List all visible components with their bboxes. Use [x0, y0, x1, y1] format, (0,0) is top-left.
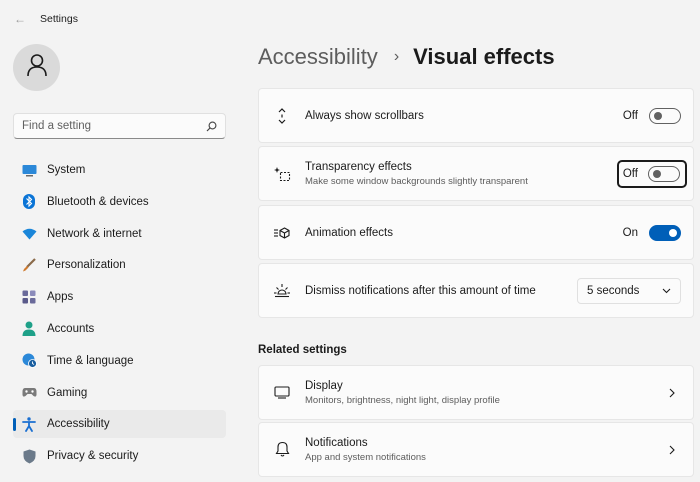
app-title: Settings	[40, 13, 78, 25]
person-icon	[21, 321, 37, 337]
sidebar-item-bluetooth[interactable]: Bluetooth & devices	[13, 188, 226, 216]
toggle-state-label: Off	[622, 109, 638, 122]
title-bar: ← Settings	[0, 0, 700, 38]
sidebar-item-label: Accounts	[47, 322, 95, 335]
transparency-toggle-focus-ring: Off	[616, 159, 687, 188]
sidebar-item-accessibility[interactable]: Accessibility	[13, 410, 226, 439]
breadcrumb-separator: ›	[393, 48, 400, 65]
sidebar-item-system[interactable]: System	[13, 156, 226, 184]
dropdown-value: 5 seconds	[587, 284, 640, 297]
related-item-description: App and system notifications	[305, 451, 426, 463]
animation-toggle[interactable]	[649, 224, 681, 241]
bluetooth-icon	[21, 194, 37, 210]
gamepad-icon	[21, 385, 37, 401]
shield-icon	[21, 448, 37, 464]
sidebar-item-label: Apps	[47, 291, 74, 304]
search-icon[interactable]	[205, 120, 217, 132]
sidebar-item-gaming[interactable]: Gaming	[13, 379, 226, 407]
scrollbars-toggle[interactable]	[649, 107, 681, 124]
setting-card-notification-timeout: Dismiss notifications after this amount …	[258, 263, 694, 318]
search-box	[13, 113, 226, 139]
globe-clock-icon	[21, 353, 37, 369]
wifi-icon	[21, 226, 37, 242]
monitor-icon	[21, 162, 37, 178]
setting-title: Transparency effects	[305, 160, 412, 173]
brush-icon	[21, 257, 37, 273]
sidebar-item-apps[interactable]: Apps	[13, 283, 226, 311]
section-heading-related: Related settings	[258, 344, 347, 356]
sidebar-item-label: Bluetooth & devices	[47, 195, 149, 208]
sidebar-item-accounts[interactable]: Accounts	[13, 315, 226, 343]
related-item-title: Display	[305, 379, 343, 392]
setting-title: Animation effects	[305, 226, 394, 239]
display-icon	[273, 384, 291, 402]
sidebar-nav: System Bluetooth & devices Network & int…	[13, 156, 226, 474]
toggle-knob	[669, 228, 677, 237]
sidebar-item-label: System	[47, 164, 86, 176]
transparency-icon	[273, 165, 291, 183]
toggle-knob	[653, 169, 661, 178]
notification-timeout-dropdown[interactable]: 5 seconds	[577, 277, 681, 304]
sidebar-item-label: Privacy & security	[47, 450, 139, 463]
sidebar-item-label: Network & internet	[47, 227, 142, 240]
accessibility-icon	[21, 416, 37, 432]
setting-card-transparency: Transparency effects Make some window ba…	[258, 146, 694, 201]
setting-title: Always show scrollbars	[305, 109, 424, 122]
breadcrumb: Accessibility › Visual effects	[258, 44, 555, 70]
sidebar-item-network[interactable]: Network & internet	[13, 220, 226, 248]
chevron-right-icon	[667, 387, 677, 399]
sun-icon	[273, 282, 291, 300]
breadcrumb-parent[interactable]: Accessibility	[258, 44, 378, 70]
sidebar-item-label: Time & language	[47, 354, 134, 367]
page-title: Visual effects	[413, 44, 555, 69]
avatar[interactable]	[13, 44, 60, 91]
sidebar-item-time-language[interactable]: Time & language	[13, 347, 226, 375]
animation-icon	[273, 224, 291, 242]
search-input[interactable]	[22, 120, 205, 132]
toggle-state-label: On	[622, 226, 638, 239]
transparency-toggle[interactable]	[648, 165, 680, 182]
sidebar-item-label: Personalization	[47, 259, 126, 272]
related-item-notifications[interactable]: Notifications App and system notificatio…	[258, 422, 694, 477]
toggle-knob	[654, 111, 662, 120]
setting-description: Make some window backgrounds slightly tr…	[305, 175, 528, 187]
setting-card-animation: Animation effects On	[258, 205, 694, 260]
scroll-arrows-icon	[273, 107, 291, 125]
setting-card-scrollbars: Always show scrollbars Off	[258, 88, 694, 143]
apps-icon	[21, 289, 37, 305]
sidebar-item-label: Gaming	[47, 386, 88, 399]
animation-toggle-group: On	[622, 224, 681, 241]
user-icon	[26, 53, 48, 82]
chevron-right-icon	[667, 444, 677, 456]
sidebar-item-personalization[interactable]: Personalization	[13, 251, 226, 279]
related-item-description: Monitors, brightness, night light, displ…	[305, 394, 500, 406]
bell-icon	[273, 441, 291, 459]
chevron-down-icon	[662, 285, 671, 297]
related-item-display[interactable]: Display Monitors, brightness, night ligh…	[258, 365, 694, 420]
related-item-title: Notifications	[305, 436, 368, 449]
setting-title: Dismiss notifications after this amount …	[305, 284, 536, 297]
back-button[interactable]: ←	[12, 12, 28, 26]
toggle-state-label: Off	[622, 167, 638, 180]
scrollbars-toggle-group: Off	[622, 107, 681, 124]
sidebar-item-privacy-security[interactable]: Privacy & security	[13, 442, 226, 470]
sidebar-item-label: Accessibility	[47, 418, 110, 431]
